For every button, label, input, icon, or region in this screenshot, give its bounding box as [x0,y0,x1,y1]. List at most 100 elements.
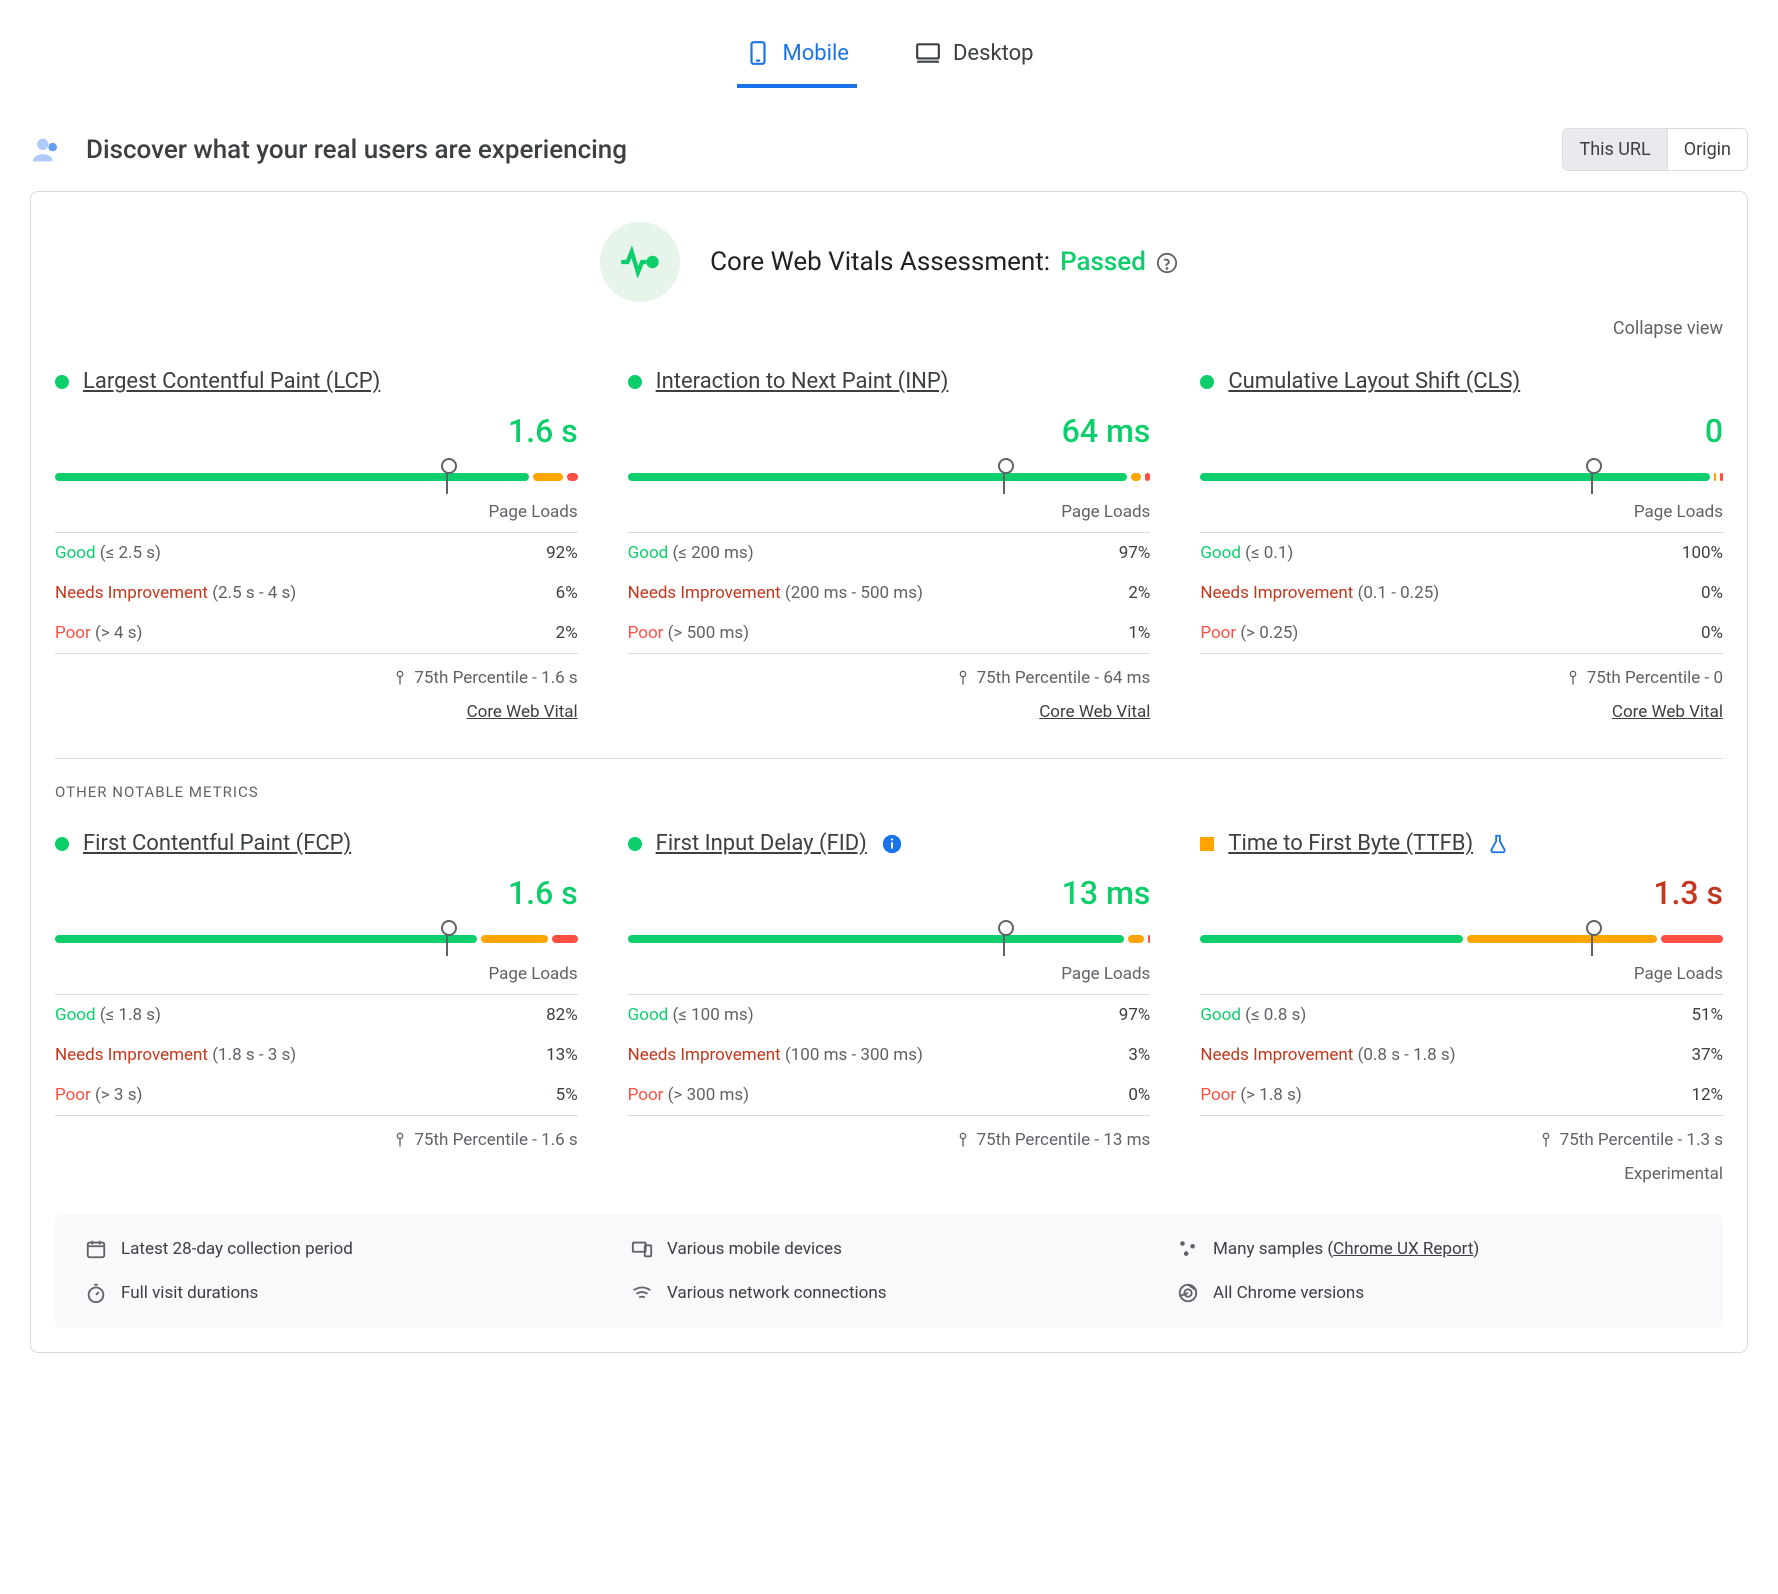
distribution-table: Good (≤ 0.8 s) 51% Needs Improvement (0.… [1200,994,1723,1116]
footer-samples-text: Many samples (Chrome UX Report) [1213,1239,1479,1259]
status-indicator [1200,375,1214,389]
metric-name-link[interactable]: Largest Contentful Paint (LCP) [83,369,380,394]
other-metrics-header: OTHER NOTABLE METRICS [55,783,1723,801]
metric-value: 1.6 s [55,412,578,450]
metric-name-link[interactable]: Cumulative Layout Shift (CLS) [1228,369,1520,394]
distribution-table: Good (≤ 1.8 s) 82% Needs Improvement (1.… [55,994,578,1116]
percentile-text: 75th Percentile - 13 ms [628,1130,1151,1150]
footer-chrome-versions: All Chrome versions [1177,1282,1693,1304]
percentile-text: 75th Percentile - 0 [1200,668,1723,688]
pin-icon [1538,1132,1554,1148]
bar-poor [1661,935,1723,943]
bar-needs-improvement [1467,935,1657,943]
dist-row-good: Good (≤ 2.5 s) 92% [55,533,578,573]
help-icon[interactable] [1156,251,1178,273]
footer-devices-text: Various mobile devices [667,1239,842,1259]
core-web-vital-link[interactable]: Core Web Vital [467,702,578,722]
status-indicator [628,375,642,389]
dist-row-poor: Poor (> 500 ms) 1% [628,613,1151,653]
info-icon[interactable] [881,833,903,855]
bar-poor [1145,473,1150,481]
wifi-icon [631,1282,653,1304]
bar-needs-improvement [1714,473,1717,481]
tab-mobile-label: Mobile [783,41,849,66]
page-title: Discover what your real users are experi… [86,135,627,165]
dist-row-good: Good (≤ 0.1) 100% [1200,533,1723,573]
distribution-table: Good (≤ 0.1) 100% Needs Improvement (0.1… [1200,532,1723,654]
assessment-result: Passed [1060,247,1146,277]
status-indicator [1200,837,1214,851]
metric-value: 1.6 s [55,874,578,912]
footer-collection-period: Latest 28-day collection period [85,1238,601,1260]
users-icon [30,133,64,167]
percentile-text: 75th Percentile - 1.6 s [55,668,578,688]
core-web-vital-link[interactable]: Core Web Vital [1039,702,1150,722]
page-loads-label: Page Loads [1200,964,1723,984]
core-web-vital-link[interactable]: Core Web Vital [1612,702,1723,722]
devices-icon [631,1238,653,1260]
metric-fcp: First Contentful Paint (FCP) 1.6 s Page … [55,831,578,1184]
metric-value: 1.3 s [1200,874,1723,912]
percentile-text: 75th Percentile - 1.3 s [1200,1130,1723,1150]
pin-icon [955,1132,971,1148]
metric-value: 64 ms [628,412,1151,450]
dist-row-poor: Poor (> 1.8 s) 12% [1200,1075,1723,1115]
dist-row-ni: Needs Improvement (2.5 s - 4 s) 6% [55,573,578,613]
flask-icon[interactable] [1487,833,1509,855]
dist-row-ni: Needs Improvement (100 ms - 300 ms) 3% [628,1035,1151,1075]
page-loads-label: Page Loads [628,502,1151,522]
distribution-table: Good (≤ 2.5 s) 92% Needs Improvement (2.… [55,532,578,654]
bar-needs-improvement [533,473,564,481]
metric-name-link[interactable]: First Input Delay (FID) [656,831,867,856]
distribution-bar [1200,922,1723,956]
bar-needs-improvement [1131,473,1141,481]
dist-row-good: Good (≤ 1.8 s) 82% [55,995,578,1035]
dist-row-poor: Poor (> 300 ms) 0% [628,1075,1151,1115]
page-loads-label: Page Loads [1200,502,1723,522]
percentile-marker [1003,460,1005,494]
bar-good [1200,473,1710,481]
metric-ttfb: Time to First Byte (TTFB) 1.3 s Page Loa… [1200,831,1723,1184]
metric-value: 0 [1200,412,1723,450]
bar-needs-improvement [1128,935,1143,943]
dist-row-ni: Needs Improvement (200 ms - 500 ms) 2% [628,573,1151,613]
collapse-view-link[interactable]: Collapse view [1613,318,1723,339]
divider [55,758,1723,759]
metric-name-link[interactable]: First Contentful Paint (FCP) [83,831,351,856]
dist-row-ni: Needs Improvement (0.8 s - 1.8 s) 37% [1200,1035,1723,1075]
scatter-icon [1177,1238,1199,1260]
distribution-bar [628,922,1151,956]
footer-devices: Various mobile devices [631,1238,1147,1260]
percentile-marker [1003,922,1005,956]
bar-good [1200,935,1462,943]
bar-poor [567,473,577,481]
main-panel: Core Web Vitals Assessment: Passed Colla… [30,191,1748,1353]
metric-value: 13 ms [628,874,1151,912]
bar-good [55,473,529,481]
footer-samples: Many samples (Chrome UX Report) [1177,1238,1693,1260]
percentile-marker [1591,460,1593,494]
page-loads-label: Page Loads [55,502,578,522]
dist-row-good: Good (≤ 200 ms) 97% [628,533,1151,573]
footer-info: Latest 28-day collection period Various … [55,1214,1723,1328]
url-origin-toggle: This URL Origin [1562,128,1748,171]
footer-collection-period-text: Latest 28-day collection period [121,1239,353,1259]
metric-inp: Interaction to Next Paint (INP) 64 ms Pa… [628,369,1151,722]
mobile-icon [745,40,771,66]
footer-visit-durations-text: Full visit durations [121,1283,258,1303]
toggle-this-url[interactable]: This URL [1563,129,1666,170]
metric-cls: Cumulative Layout Shift (CLS) 0 Page Loa… [1200,369,1723,722]
footer-chrome-versions-text: All Chrome versions [1213,1283,1364,1303]
tab-desktop[interactable]: Desktop [907,30,1042,88]
metric-name-link[interactable]: Interaction to Next Paint (INP) [656,369,949,394]
chrome-ux-report-link[interactable]: Chrome UX Report [1333,1239,1473,1259]
metric-lcp: Largest Contentful Paint (LCP) 1.6 s Pag… [55,369,578,722]
percentile-text: 75th Percentile - 64 ms [628,668,1151,688]
percentile-marker [446,460,448,494]
metric-name-link[interactable]: Time to First Byte (TTFB) [1228,831,1473,856]
toggle-origin[interactable]: Origin [1667,129,1747,170]
page-loads-label: Page Loads [55,964,578,984]
assessment-label: Core Web Vitals Assessment: [710,247,1050,277]
bar-poor [1148,935,1151,943]
tab-mobile[interactable]: Mobile [737,30,857,88]
